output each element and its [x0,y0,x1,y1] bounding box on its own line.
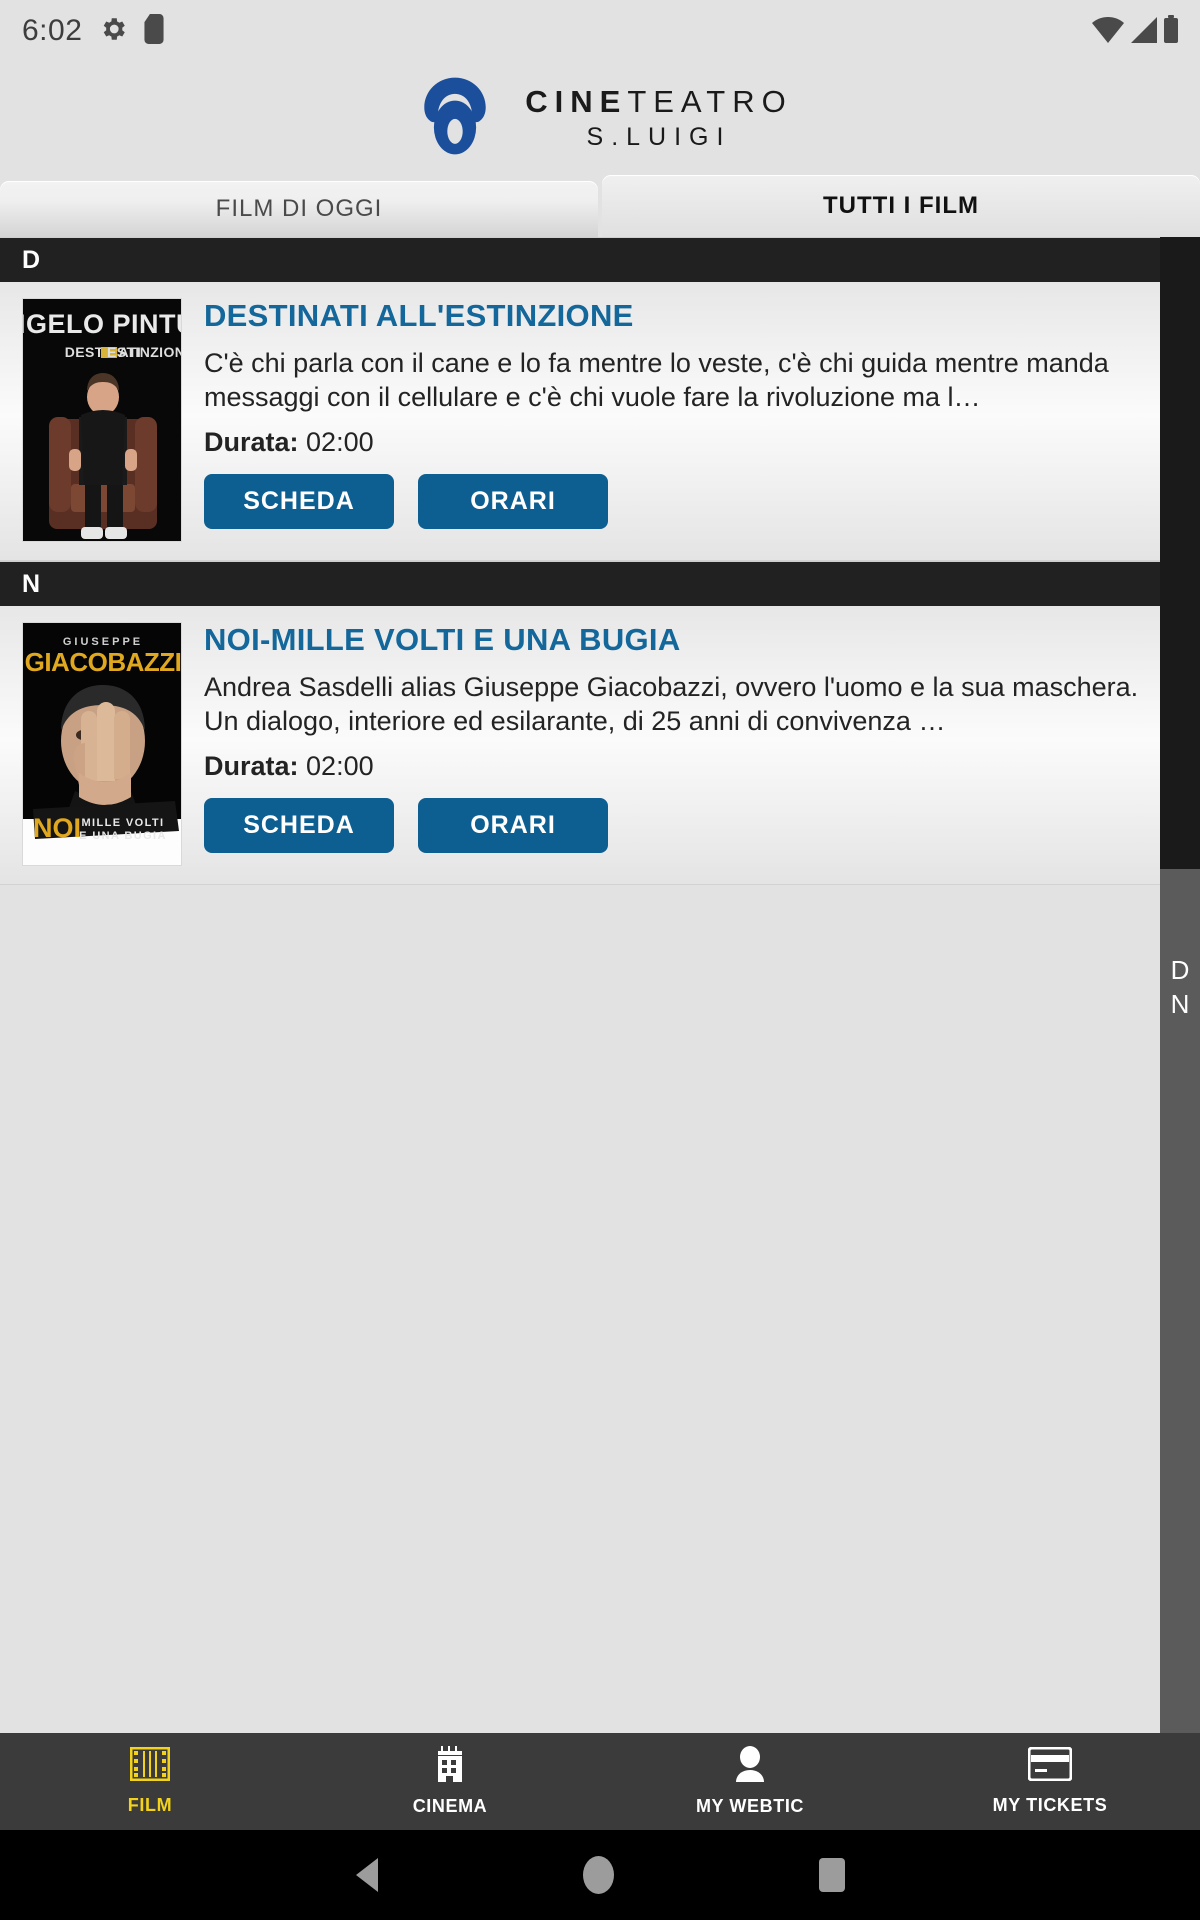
movie-poster-destinati[interactable]: NGELO PINTU DESTINATI ESTINZIONE [22,298,182,542]
card-icon [1027,1746,1073,1786]
building-icon [433,1746,467,1787]
nav-item-my-webtic[interactable]: MY WEBTIC [600,1733,900,1830]
section-letter: N [22,569,41,598]
cineteatro-eye-logo-icon [407,68,503,169]
list-item[interactable]: NGELO PINTU DESTINATI ESTINZIONE [0,282,1160,561]
brand-thin: TEATRO [627,84,793,120]
section-letter: D [22,245,41,274]
film-strip-icon [129,1746,171,1786]
nav-label-my-tickets: MY TICKETS [992,1795,1108,1815]
section-header-d: D [0,237,1160,282]
alphabet-index-strip[interactable]: D N [1160,237,1200,1733]
recents-square-icon[interactable] [818,1858,845,1892]
movie-description: Andrea Sasdelli alias Giuseppe Giacobazz… [204,671,1139,737]
movie-title[interactable]: NOI-MILLE VOLTI E UNA BUGIA [204,622,1140,658]
brand-bold: CINE [525,84,628,120]
svg-text:NGELO PINTU: NGELO PINTU [23,309,182,339]
wifi-icon [1092,16,1124,48]
movie-actions: SCHEDA ORARI [204,473,1140,529]
brand-line-2: S.LUIGI [586,122,732,151]
battery-icon [1164,14,1178,48]
movie-title[interactable]: DESTINATI ALL'ESTINZIONE [204,298,1140,334]
home-circle-icon[interactable] [582,1856,614,1894]
movie-description: C'è chi parla con il cane e lo fa mentre… [204,347,1109,413]
svg-text:ESTINZIONE: ESTINZIONE [107,344,182,360]
list-item[interactable]: GIUSEPPE GIACOBAZZI NOI MILLE VOLTI E UN… [0,606,1160,885]
nav-item-my-tickets[interactable]: MY TICKETS [900,1733,1200,1830]
android-system-bar [0,1830,1200,1920]
nav-label-film: FILM [127,1795,173,1815]
svg-text:GIACOBAZZI: GIACOBAZZI [25,647,182,677]
nav-item-film[interactable]: FILM [0,1733,300,1830]
section-header-n: N [0,561,1160,606]
movie-duration-label: Durata: [204,426,299,457]
movie-poster-noi[interactable]: GIUSEPPE GIACOBAZZI NOI MILLE VOLTI E UN… [22,622,182,866]
brand-text: CINETEATRO S.LUIGI [525,85,793,151]
tab-bar: FILM DI OGGI TUTTI I FILM [0,175,1200,237]
movie-list: D NGELO PINTU DESTINATI ESTINZIONE [0,237,1160,1733]
status-bar: 6:02 [0,0,1200,62]
svg-text:E UNA BUGIA: E UNA BUGIA [79,830,167,842]
movie-duration: Durata: 02:00 [204,427,1140,458]
movie-info: NOI-MILLE VOLTI E UNA BUGIA Andrea Sasde… [182,622,1160,866]
status-bar-left: 6:02 [22,13,164,49]
index-letter-n[interactable]: N [1171,987,1190,1021]
movie-duration-value: 02:00 [306,750,374,781]
nav-label-cinema: CINEMA [412,1796,488,1816]
scheda-button[interactable]: SCHEDA [204,473,394,529]
nav-item-cinema[interactable]: CINEMA [300,1733,600,1830]
nav-label-my-webtic: MY WEBTIC [695,1796,805,1816]
brand-line-1: CINETEATRO [525,85,793,119]
scrollbar-thumb[interactable] [1160,237,1200,869]
movie-list-scroll-area[interactable]: D NGELO PINTU DESTINATI ESTINZIONE [0,237,1200,1733]
orari-button[interactable]: ORARI [418,473,608,529]
movie-duration-value: 02:00 [306,426,374,457]
index-letter-d[interactable]: D [1171,953,1190,987]
movie-duration: Durata: 02:00 [204,751,1140,782]
app-root: 6:02 CINETEATRO S.LUIGI FILM DI OGGI TUT… [0,0,1200,1920]
orari-button[interactable]: ORARI [418,797,608,853]
signal-icon [1131,16,1157,48]
movie-info: DESTINATI ALL'ESTINZIONE C'è chi parla c… [182,298,1160,542]
svg-text:NOI: NOI [33,813,81,843]
person-icon [733,1746,767,1787]
tab-film-di-oggi[interactable]: FILM DI OGGI [0,181,598,237]
status-bar-right [1092,14,1178,48]
movie-actions: SCHEDA ORARI [204,797,1140,853]
sd-card-icon [144,13,164,49]
gear-icon [98,14,128,49]
movie-duration-label: Durata: [204,750,299,781]
app-header: CINETEATRO S.LUIGI [0,62,1200,175]
back-triangle-icon[interactable] [355,1858,378,1892]
svg-text:MILLE VOLTI: MILLE VOLTI [81,817,164,829]
scheda-button[interactable]: SCHEDA [204,797,394,853]
bottom-navigation: FILM CINEMA MY WEBTIC MY TICKETS [0,1733,1200,1830]
tab-tutti-i-film[interactable]: TUTTI I FILM [602,175,1200,237]
status-clock: 6:02 [22,14,83,47]
